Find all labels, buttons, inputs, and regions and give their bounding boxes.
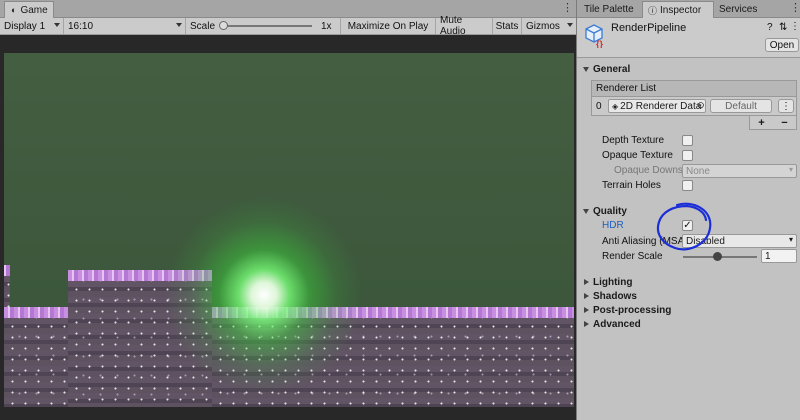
foldout-open-icon [583,66,589,72]
scale-slider-handle[interactable] [219,21,228,30]
renderer-list-label: Renderer List [596,83,657,94]
asset-name: RenderPipeline [611,22,687,34]
opaque-downsampling-label: Opaque Downsa [614,165,682,176]
renderer-data-icon: ◈ [612,101,619,111]
renderer-list-body: 0 ◈ 2D Renderer Data ⊙ Default ⋮ [591,96,797,116]
chevron-down-icon: ▾ [788,235,793,244]
renderer-index: 0 [596,101,602,112]
stats-label: Stats [495,20,519,32]
game-render[interactable] [4,53,574,407]
ground-left [4,307,68,407]
hdr-label: HDR [602,220,624,231]
list-add-remove: + − [749,116,797,130]
chevron-down-icon [567,23,573,27]
section-shadows-title: Shadows [593,290,637,302]
renderer-object-field[interactable]: ◈ 2D Renderer Data [608,99,706,113]
game-tab-bar: ◐ Game ⋮ [0,0,576,18]
depth-texture-label: Depth Texture [602,135,665,146]
inspector-tab-bar: Tile Palette ⓘ Inspector Services ⋮ [577,0,800,18]
render-pipeline-asset-icon: {} [585,24,604,48]
scale-slider[interactable] [222,25,312,27]
opaque-downsampling-dropdown[interactable]: None ▾ [682,164,797,178]
terrain-holes-checkbox[interactable] [682,180,693,191]
display-dropdown[interactable]: Display 1 [0,18,64,34]
aspect-dropdown-label: 16:10 [68,20,94,32]
section-general-title: General [593,63,631,75]
gizmos-label: Gizmos [526,20,560,32]
tab-services-label: Services [719,4,758,15]
tab-game-label: Game [20,4,48,16]
annotation-circle [656,202,712,251]
mute-audio-label: Mute Audio [440,15,466,37]
display-dropdown-label: Display 1 [4,20,46,32]
inspector-panel: Tile Palette ⓘ Inspector Services ⋮ {} R… [576,0,800,420]
info-icon: ⓘ [648,5,658,16]
section-advanced[interactable]: Advanced [577,317,800,331]
set-default-button[interactable]: Default [710,99,772,113]
game-view: ◐ Game ⋮ Display 1 16:10 Scale 1x Maximi… [0,0,576,420]
help-icon[interactable]: ? [767,22,773,33]
context-menu-icon[interactable]: ⋮ [790,21,800,32]
game-menu-icon[interactable]: ⋮ [562,1,573,14]
foldout-closed-icon [584,321,589,327]
renderer-name: 2D Renderer Data [620,100,702,112]
open-button[interactable]: Open [765,38,799,52]
foldout-closed-icon [584,293,589,299]
section-post-processing-title: Post-processing [593,304,672,316]
terrain-holes-label: Terrain Holes [602,180,661,191]
add-renderer-button[interactable]: + [758,117,764,129]
object-picker-icon[interactable]: ⊙ [697,100,705,111]
preset-icon[interactable]: ⇅ [779,22,787,33]
game-toolbar: Display 1 16:10 Scale 1x Maximize On Pla… [0,15,576,37]
tab-tile-palette[interactable]: Tile Palette [579,1,639,18]
section-shadows[interactable]: Shadows [577,289,800,303]
tab-tile-palette-label: Tile Palette [584,4,634,15]
depth-texture-checkbox[interactable] [682,135,693,146]
foldout-closed-icon [584,279,589,285]
mute-audio-toggle[interactable]: Mute Audio [436,15,493,37]
scale-label: Scale [190,20,216,32]
tab-inspector[interactable]: ⓘ Inspector [642,1,714,18]
scale-control: Scale 1x [186,18,341,34]
section-lighting-title: Lighting [593,276,633,288]
game-controller-icon: ◐ [11,5,17,15]
foldout-open-icon [583,208,589,214]
maximize-on-play-label: Maximize On Play [347,20,429,32]
remove-renderer-button[interactable]: − [781,117,787,129]
gizmos-dropdown[interactable]: Gizmos [522,18,576,34]
renderer-list-header: Renderer List [591,80,797,96]
point-light-glow [164,195,364,395]
opaque-texture-checkbox[interactable] [682,150,693,161]
inspector-menu-icon[interactable]: ⋮ [790,1,800,14]
chevron-down-icon: ▾ [788,165,793,174]
section-lighting[interactable]: Lighting [577,275,800,289]
opaque-downsampling-value: None [686,165,710,177]
section-quality-title: Quality [593,205,627,217]
svg-text:{}: {} [596,39,604,48]
opaque-texture-label: Opaque Texture [602,150,673,161]
section-post-processing[interactable]: Post-processing [577,303,800,317]
scale-value: 1x [321,20,332,32]
render-scale-input[interactable]: 1 [761,249,797,263]
chevron-down-icon [176,23,182,27]
section-general[interactable]: General [577,62,800,76]
tab-game[interactable]: ◐ Game [4,1,54,18]
renderer-row-menu-icon[interactable]: ⋮ [778,99,794,113]
stats-toggle[interactable]: Stats [493,18,522,34]
section-advanced-title: Advanced [593,318,641,330]
foldout-closed-icon [584,307,589,313]
tab-services[interactable]: Services [714,1,762,18]
aspect-dropdown[interactable]: 16:10 [64,18,186,34]
chevron-down-icon [54,23,60,27]
maximize-on-play-toggle[interactable]: Maximize On Play [341,18,436,34]
asset-header: {} RenderPipeline ? ⇅ ⋮ Open [577,18,800,58]
tab-inspector-label: Inspector [660,4,702,16]
